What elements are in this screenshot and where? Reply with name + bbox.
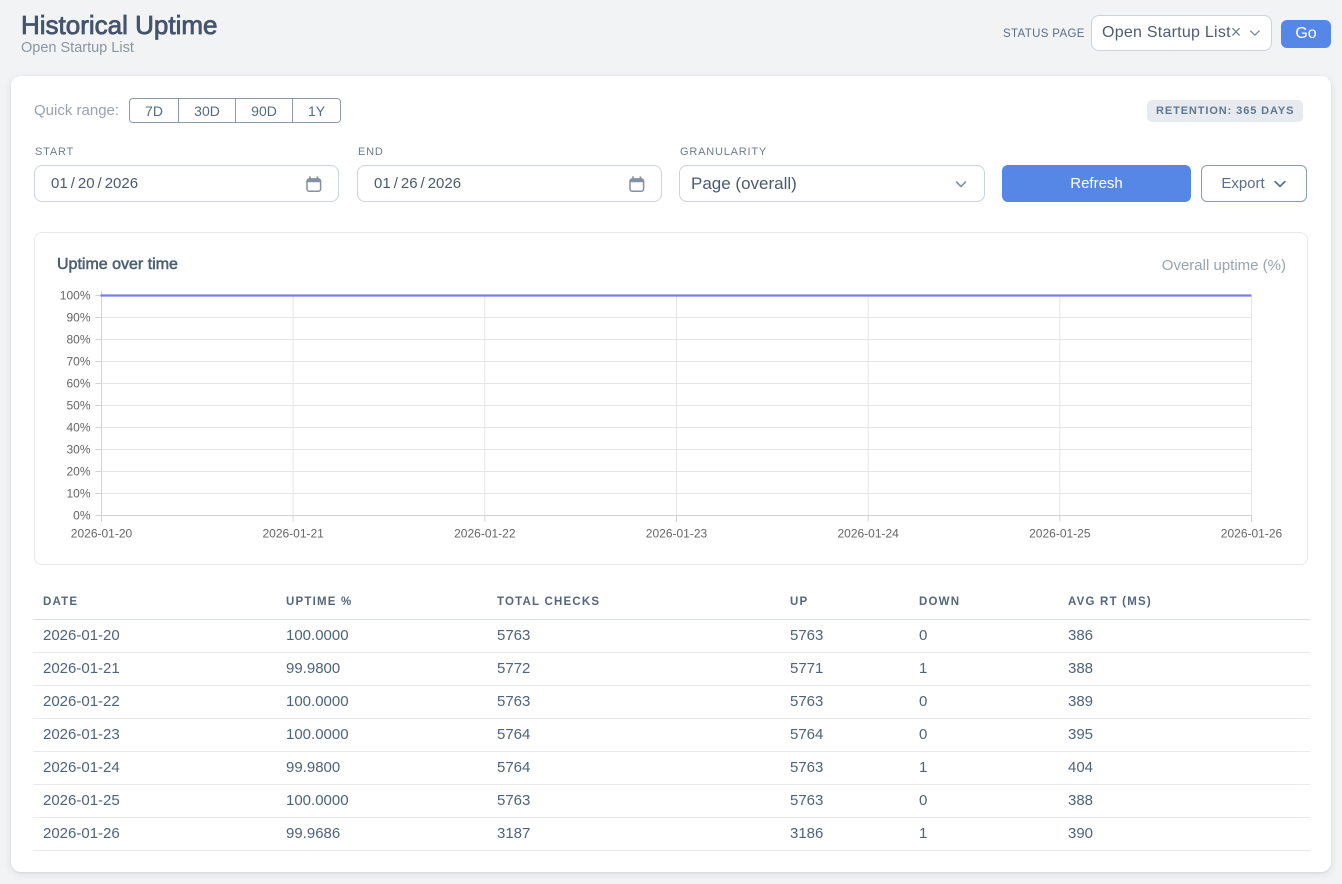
svg-text:2026-01-26: 2026-01-26 bbox=[1221, 527, 1283, 541]
svg-text:80%: 80% bbox=[66, 333, 90, 347]
svg-text:30%: 30% bbox=[66, 443, 90, 457]
svg-text:10%: 10% bbox=[66, 487, 90, 501]
svg-text:2026-01-20: 2026-01-20 bbox=[71, 527, 133, 541]
svg-text:60%: 60% bbox=[66, 377, 90, 391]
svg-text:50%: 50% bbox=[66, 399, 90, 413]
svg-text:70%: 70% bbox=[66, 355, 90, 369]
svg-text:2026-01-25: 2026-01-25 bbox=[1029, 527, 1091, 541]
svg-text:2026-01-24: 2026-01-24 bbox=[837, 527, 899, 541]
svg-text:90%: 90% bbox=[66, 311, 90, 325]
svg-text:2026-01-21: 2026-01-21 bbox=[262, 527, 324, 541]
svg-text:40%: 40% bbox=[66, 421, 90, 435]
svg-text:100%: 100% bbox=[60, 289, 91, 303]
svg-text:20%: 20% bbox=[66, 465, 90, 479]
svg-text:2026-01-23: 2026-01-23 bbox=[646, 527, 708, 541]
svg-text:2026-01-22: 2026-01-22 bbox=[454, 527, 516, 541]
svg-text:0%: 0% bbox=[73, 509, 91, 523]
